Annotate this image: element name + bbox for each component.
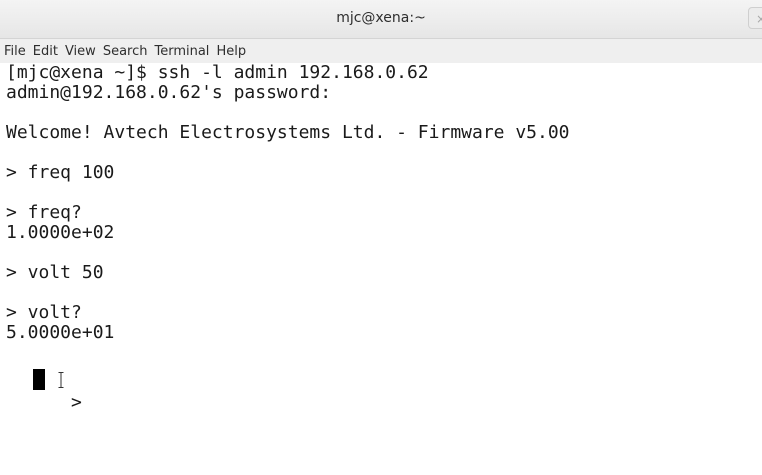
menu-help[interactable]: Help bbox=[216, 44, 246, 59]
terminal-line-volt-query: > volt? bbox=[6, 302, 82, 323]
terminal-line-volt-result: 5.0000e+01 bbox=[6, 322, 115, 343]
terminal-line-volt-set: > volt 50 bbox=[6, 262, 104, 283]
terminal-line-password-prompt: admin@192.168.0.62's password: bbox=[6, 82, 332, 103]
window-title: mjc@xena:~ bbox=[336, 10, 426, 26]
terminal-current-prompt[interactable]: > bbox=[6, 367, 762, 413]
title-bar[interactable]: mjc@xena:~ × bbox=[0, 0, 762, 39]
ibeam-cursor-icon bbox=[58, 372, 64, 388]
menu-file[interactable]: File bbox=[4, 44, 26, 59]
menu-search[interactable]: Search bbox=[103, 44, 148, 59]
menu-view[interactable]: View bbox=[65, 44, 96, 59]
close-icon[interactable]: × bbox=[748, 7, 762, 29]
text-cursor bbox=[33, 369, 45, 390]
menu-edit[interactable]: Edit bbox=[33, 44, 58, 59]
menu-bar: File Edit View Search Terminal Help bbox=[0, 39, 762, 63]
terminal-line-ssh-command: [mjc@xena ~]$ ssh -l admin 192.168.0.62 bbox=[6, 62, 429, 83]
menu-terminal[interactable]: Terminal bbox=[154, 44, 209, 59]
terminal-line-freq-set: > freq 100 bbox=[6, 162, 115, 183]
terminal-line-freq-result: 1.0000e+02 bbox=[6, 222, 115, 243]
terminal-line-welcome: Welcome! Avtech Electrosystems Ltd. - Fi… bbox=[6, 122, 570, 143]
terminal-window: mjc@xena:~ × File Edit View Search Termi… bbox=[0, 0, 762, 475]
terminal-output[interactable]: [mjc@xena ~]$ ssh -l admin 192.168.0.62 … bbox=[0, 63, 762, 475]
terminal-line-freq-query: > freq? bbox=[6, 202, 82, 223]
prompt-symbol: > bbox=[71, 392, 82, 413]
